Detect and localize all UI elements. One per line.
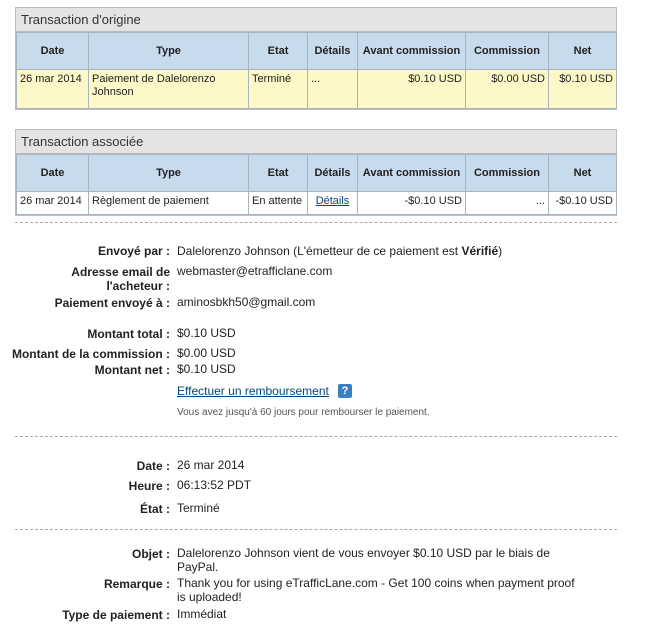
col-header-net: Net bbox=[548, 154, 617, 192]
state-value: Terminé bbox=[177, 501, 220, 515]
col-header-type: Type bbox=[88, 32, 249, 70]
subject-label: Objet : bbox=[132, 547, 170, 561]
cell-net: $0.10 USD bbox=[548, 69, 617, 109]
state-label: État : bbox=[140, 502, 170, 516]
cell-etat: Terminé bbox=[248, 69, 308, 109]
divider bbox=[15, 222, 617, 223]
table-row: 26 mar 2014 Règlement de paiement En att… bbox=[16, 191, 617, 215]
payment-type-label: Type de paiement : bbox=[62, 608, 170, 622]
sent-to-value: aminosbkh50@gmail.com bbox=[177, 295, 316, 309]
time-value: 06:13:52 PDT bbox=[177, 478, 252, 492]
sent-to-label: Paiement envoyé à : bbox=[54, 296, 170, 310]
total-amount-value: $0.10 USD bbox=[177, 326, 236, 340]
sent-by-label: Envoyé par : bbox=[97, 244, 170, 258]
col-header-date: Date bbox=[16, 32, 89, 70]
cell-date: 26 mar 2014 bbox=[16, 69, 89, 109]
note-line-1: Thank you for using eTrafficLane.com - G… bbox=[177, 576, 575, 590]
col-header-avant-commission: Avant commission bbox=[357, 154, 466, 192]
divider bbox=[15, 529, 617, 530]
table-row: 26 mar 2014 Paiement de Dalelorenzo John… bbox=[16, 69, 617, 109]
col-header-date: Date bbox=[16, 154, 89, 192]
cell-details: ... bbox=[307, 69, 358, 109]
col-header-details: Détails bbox=[307, 32, 358, 70]
date-value: 26 mar 2014 bbox=[177, 458, 245, 472]
divider bbox=[15, 436, 617, 437]
col-header-commission: Commission bbox=[465, 154, 549, 192]
table-header-row: Date Type Etat Détails Avant commission … bbox=[16, 154, 617, 192]
cell-details: Détails bbox=[307, 191, 358, 215]
net-amount-value: $0.10 USD bbox=[177, 362, 236, 376]
buyer-email-value: webmaster@etrafficlane.com bbox=[177, 264, 333, 278]
col-header-details: Détails bbox=[307, 154, 358, 192]
col-header-etat: Etat bbox=[248, 154, 308, 192]
verified-status: Vérifié bbox=[461, 244, 499, 258]
original-transaction-title: Transaction d'origine bbox=[16, 8, 616, 32]
cell-etat: En attente bbox=[248, 191, 308, 215]
cell-avant-commission: $0.10 USD bbox=[357, 69, 466, 109]
col-header-etat: Etat bbox=[248, 32, 308, 70]
time-label: Heure : bbox=[128, 479, 170, 493]
refund-note: Vous avez jusqu'à 60 jours pour rembours… bbox=[177, 407, 430, 418]
associated-transaction-panel: Transaction associée Date Type Etat Déta… bbox=[15, 129, 617, 216]
table-header-row: Date Type Etat Détails Avant commission … bbox=[16, 32, 617, 70]
note-value: Thank you for using eTrafficLane.com - G… bbox=[177, 576, 575, 604]
cell-net: -$0.10 USD bbox=[548, 191, 617, 215]
col-header-type: Type bbox=[88, 154, 249, 192]
sent-by-value: Dalelorenzo Johnson (L'émetteur de ce pa… bbox=[177, 244, 502, 258]
date-label: Date : bbox=[136, 459, 170, 473]
col-header-commission: Commission bbox=[465, 32, 549, 70]
subject-line-2: PayPal. bbox=[177, 560, 219, 574]
cell-type: Règlement de paiement bbox=[88, 191, 249, 215]
commission-amount-value: $0.00 USD bbox=[177, 346, 236, 360]
total-amount-label: Montant total : bbox=[87, 327, 170, 341]
col-header-avant-commission: Avant commission bbox=[357, 32, 466, 70]
cell-commission: $0.00 USD bbox=[465, 69, 549, 109]
cell-date: 26 mar 2014 bbox=[16, 191, 89, 215]
original-transaction-table: Date Type Etat Détails Avant commission … bbox=[16, 32, 617, 109]
payment-type-value: Immédiat bbox=[177, 607, 227, 621]
cell-avant-commission: -$0.10 USD bbox=[357, 191, 466, 215]
subject-line-1: Dalelorenzo Johnson vient de vous envoye… bbox=[177, 546, 550, 560]
cell-type: Paiement de Dalelorenzo Johnson bbox=[88, 69, 249, 109]
original-transaction-panel: Transaction d'origine Date Type Etat Dét… bbox=[15, 7, 617, 110]
associated-transaction-title: Transaction associée bbox=[16, 130, 616, 154]
note-line-2: is uploaded! bbox=[177, 590, 242, 604]
sent-by-text: Dalelorenzo Johnson (L'émetteur de ce pa… bbox=[177, 244, 462, 258]
col-header-net: Net bbox=[548, 32, 617, 70]
subject-value: Dalelorenzo Johnson vient de vous envoye… bbox=[177, 546, 550, 574]
refund-link[interactable]: Effectuer un remboursement bbox=[177, 384, 329, 398]
details-link[interactable]: Détails bbox=[316, 195, 350, 207]
commission-amount-label: Montant de la commission : bbox=[11, 347, 170, 361]
buyer-email-label: Adresse email de l'acheteur : bbox=[71, 265, 170, 293]
note-label: Remarque : bbox=[103, 577, 170, 591]
cell-commission: ... bbox=[465, 191, 549, 215]
help-icon[interactable]: ? bbox=[338, 384, 352, 398]
net-amount-label: Montant net : bbox=[94, 363, 170, 377]
sent-by-close: ) bbox=[498, 244, 503, 258]
associated-transaction-table: Date Type Etat Détails Avant commission … bbox=[16, 154, 617, 215]
